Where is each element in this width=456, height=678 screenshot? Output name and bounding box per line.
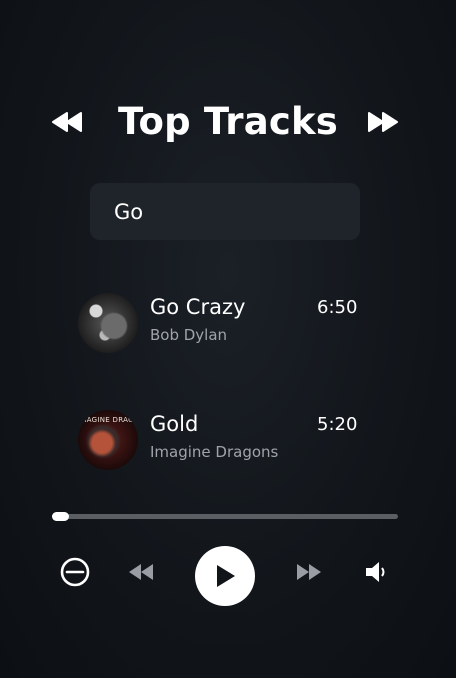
header: Top Tracks — [0, 96, 456, 152]
rewind-button[interactable] — [124, 560, 158, 584]
shuffle-button[interactable] — [58, 555, 92, 589]
fast-forward-icon — [297, 564, 321, 580]
fast-forward-button[interactable] — [292, 560, 326, 584]
search-input[interactable] — [90, 183, 360, 240]
track-artist: Imagine Dragons — [150, 443, 279, 461]
track-artist: Bob Dylan — [150, 326, 228, 344]
album-cover — [78, 293, 138, 353]
rewind-icon — [129, 564, 153, 580]
track-duration: 6:50 — [317, 297, 358, 318]
album-cover: IMAGINE DRAGONS — [78, 410, 138, 470]
search-box — [90, 183, 360, 240]
skip-forward-icon — [368, 112, 398, 132]
progress-fill — [52, 512, 70, 521]
track-item-gold[interactable]: IMAGINE DRAGONS Gold Imagine Dragons 5:2… — [78, 410, 368, 472]
volume-icon — [366, 562, 385, 582]
shuffle-off-icon — [60, 557, 90, 587]
volume-button[interactable] — [360, 558, 390, 586]
track-name: Go Crazy — [150, 295, 246, 319]
play-icon — [217, 565, 235, 587]
track-item-go-crazy[interactable]: Go Crazy Bob Dylan 6:50 — [78, 293, 368, 355]
album-cover-text: IMAGINE DRAGONS — [78, 416, 138, 424]
track-name: Gold — [150, 412, 199, 436]
next-button[interactable] — [366, 110, 400, 134]
track-duration: 5:20 — [317, 414, 358, 435]
play-button[interactable] — [195, 546, 255, 606]
progress-bar[interactable] — [52, 512, 398, 521]
